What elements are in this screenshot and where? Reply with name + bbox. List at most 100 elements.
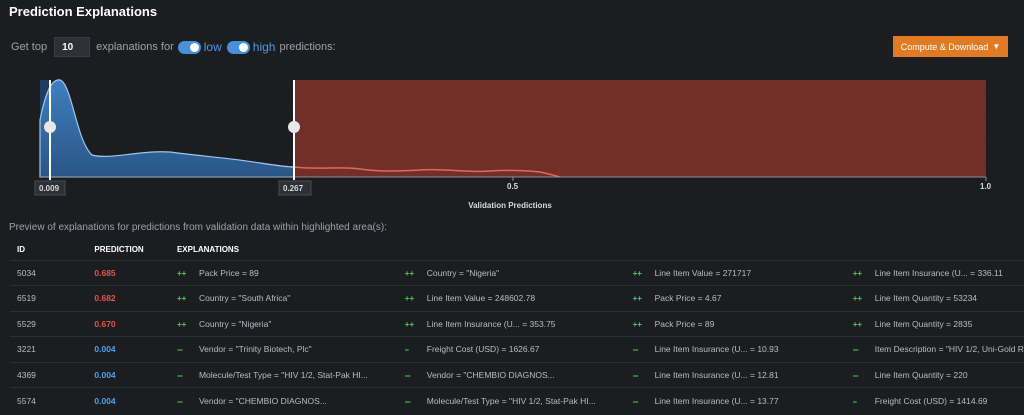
low-threshold-handle[interactable] (44, 121, 56, 133)
page-title: Prediction Explanations (9, 4, 158, 19)
explanation-cell: --- Vendor = "CHEMBIO DIAGNOS... (397, 361, 626, 388)
high-threshold-handle[interactable] (288, 121, 300, 133)
explanation-cell: ++ Pack Price = 89 (625, 310, 846, 337)
preview-description: Preview of explanations for predictions … (9, 222, 387, 233)
high-region (294, 80, 986, 177)
row-prediction: 0.685 (87, 259, 170, 286)
explanation-strength-icon: ++ (176, 319, 187, 329)
table-row[interactable]: 4369 0.004 --- Molecule/Test Type = "HIV 1/… (10, 361, 1024, 388)
explanation-strength-icon: --- (852, 345, 859, 355)
row-prediction: 0.004 (87, 387, 170, 413)
explanation-text: Line Item Insurance (U... = 353.75 (426, 318, 556, 329)
row-prediction: 0.670 (87, 310, 170, 337)
explanation-cell: ++ Country = "Nigeria" (169, 310, 398, 337)
row-id: 3221 (10, 336, 88, 362)
high-threshold-value: 0.267 (283, 184, 304, 193)
explanation-text: Line Item Value = 271717 (654, 267, 752, 278)
explanation-cell: -- Freight Cost (USD) = 1414.69 (845, 387, 1024, 413)
explanation-strength-icon: -- (852, 396, 857, 406)
explanation-text: Vendor = "CHEMBIO DIAGNOS... (198, 395, 327, 406)
high-toggle[interactable] (226, 40, 250, 54)
compute-download-button[interactable]: Compute & Download ▼ (893, 36, 1008, 57)
explanation-text: Line Item Quantity = 2835 (874, 318, 973, 329)
explanation-strength-icon: --- (176, 396, 183, 406)
header-explanations: EXPLANATIONS (176, 245, 240, 255)
chevron-down-icon: ▼ (992, 42, 1001, 51)
explanation-strength-icon: ++ (404, 294, 415, 304)
density-curve-low (39, 79, 295, 178)
explanation-cell: --- Molecule/Test Type = "HIV 1/2, Stat-P… (397, 387, 626, 413)
explanation-controls: Get top explanations for low high predic… (11, 37, 336, 57)
explanation-cell: --- Line Item Insurance (U... = 13.77 (625, 387, 846, 413)
explanation-text: Pack Price = 89 (654, 318, 715, 329)
x-axis-label: Validation Predictions (468, 201, 552, 210)
table-row[interactable]: 5034 0.685 ++ Pack Price = 89 ++ Country = "N… (10, 259, 1024, 286)
table-row[interactable]: 3221 0.004 --- Vendor = "Trinity Biotech, P… (10, 336, 1024, 362)
explanation-cell: ++ Country = "South Africa" (169, 285, 398, 311)
explanation-text: Item Description = "HIV 1/2, Uni-Gold R (874, 344, 1024, 355)
explanation-strength-icon: ++ (852, 319, 863, 329)
explanation-strength-icon: --- (176, 370, 183, 380)
explanation-cell: --- Vendor = "CHEMBIO DIAGNOS... (169, 387, 398, 413)
explanation-text: Country = "Nigeria" (198, 318, 272, 329)
explanation-cell: --- Line Item Insurance (U... = 10.93 (625, 336, 846, 362)
table-row[interactable]: 5574 0.004 --- Vendor = "CHEMBIO DIAGNOS...… (10, 387, 1024, 413)
explanation-text: Line Item Insurance (U... = 10.93 (654, 344, 779, 355)
explanation-cell: ++ Pack Price = 89 (169, 259, 398, 286)
controls-mid: explanations for (96, 41, 174, 53)
explanation-strength-icon: ++ (632, 319, 642, 329)
explanation-text: Molecule/Test Type = "HIV 1/2, Stat-Pak … (198, 369, 368, 380)
low-toggle-label: low (203, 40, 222, 54)
explanation-text: Line Item Quantity = 220 (874, 369, 968, 380)
explanation-text: Line Item Quantity = 53234 (874, 293, 978, 304)
explanation-text: Line Item Insurance (U... = 12.81 (654, 369, 779, 380)
row-prediction: 0.004 (87, 336, 170, 362)
explanation-strength-icon: --- (176, 345, 183, 355)
explanation-text: Freight Cost (USD) = 1414.69 (874, 395, 988, 406)
compute-download-label: Compute & Download (900, 41, 989, 52)
tick-label-0-5: 0.5 (507, 182, 519, 191)
explanation-strength-icon: --- (632, 370, 639, 380)
explanation-cell: ++ Line Item Quantity = 53234 (845, 285, 1024, 311)
explanation-strength-icon: ++ (404, 268, 415, 278)
low-toggle[interactable] (177, 40, 201, 54)
controls-suffix: predictions: (279, 41, 336, 53)
row-id: 5529 (10, 310, 88, 337)
explanation-text: Line Item Value = 248602.78 (426, 293, 536, 304)
explanation-cell: --- Molecule/Test Type = "HIV 1/2, Stat-P… (169, 361, 398, 388)
explanation-cell: --- Line Item Insurance (U... = 12.81 (625, 361, 846, 388)
explanation-cell: ++ Line Item Value = 271717 (625, 259, 846, 286)
explanation-strength-icon: --- (404, 396, 411, 406)
explanation-strength-icon: ++ (852, 268, 863, 278)
explanation-cell: ++ Line Item Insurance (U... = 353.75 (397, 310, 626, 337)
explanation-strength-icon: -- (404, 345, 409, 355)
explanation-text: Pack Price = 89 (198, 267, 259, 278)
low-threshold-value: 0.009 (39, 184, 60, 193)
explanation-strength-icon: ++ (176, 268, 187, 278)
explanation-strength-icon: --- (632, 345, 639, 355)
explanation-cell: ++ Pack Price = 4.67 (625, 285, 846, 311)
explanation-cell: --- Line Item Quantity = 220 (845, 361, 1024, 388)
row-id: 6519 (10, 285, 88, 311)
row-id: 4369 (10, 361, 88, 388)
explanation-cell: ++ Line Item Quantity = 2835 (845, 310, 1024, 337)
explanation-text: Pack Price = 4.67 (654, 293, 722, 304)
explanations-table: ID PREDICTION EXPLANATIONS 5034 0.685 ++ Pa… (10, 240, 1024, 413)
explanation-cell: --- Vendor = "Trinity Biotech, Plc" (169, 336, 398, 362)
explanation-text: Line Item Insurance (U... = 336.11 (874, 267, 1003, 278)
row-id: 5574 (10, 387, 88, 413)
row-id: 5034 (10, 259, 88, 286)
explanation-strength-icon: ++ (632, 268, 642, 278)
explanation-strength-icon: ++ (852, 294, 863, 304)
explanation-count-input[interactable] (54, 37, 91, 57)
explanation-text: Vendor = "Trinity Biotech, Plc" (198, 344, 312, 355)
table-row[interactable]: 5529 0.670 ++ Country = "Nigeria" ++ Line Ite… (10, 310, 1024, 337)
explanation-strength-icon: ++ (632, 294, 642, 304)
table-row[interactable]: 6519 0.682 ++ Country = "South Africa" ++ Lin… (10, 285, 1024, 311)
row-prediction: 0.004 (87, 361, 170, 388)
explanation-cell: --- Item Description = "HIV 1/2, Uni-Gold… (845, 336, 1024, 362)
tick-label-1-0: 1.0 (980, 182, 992, 191)
row-prediction: 0.682 (87, 285, 170, 311)
high-toggle-label: high (252, 40, 276, 54)
header-prediction: PREDICTION (94, 245, 144, 255)
